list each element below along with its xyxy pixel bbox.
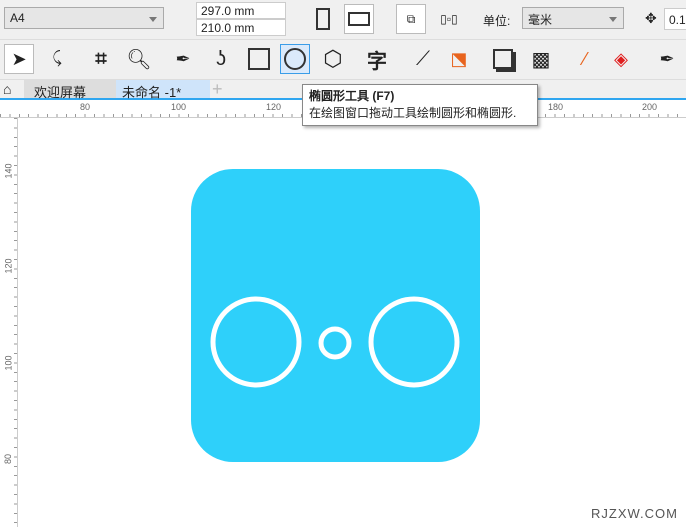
rounded-square-shape[interactable] bbox=[191, 169, 480, 462]
tooltip-title: 椭圆形工具 (F7) bbox=[309, 89, 395, 103]
ellipse-tool-tooltip: 椭圆形工具 (F7) 在绘图窗口拖动工具绘制圆形和椭圆形. bbox=[302, 84, 538, 126]
drawing-canvas[interactable] bbox=[0, 0, 686, 527]
watermark: RJZXW.COM bbox=[591, 506, 678, 521]
tooltip-description: 在绘图窗口拖动工具绘制圆形和椭圆形. bbox=[309, 106, 517, 120]
